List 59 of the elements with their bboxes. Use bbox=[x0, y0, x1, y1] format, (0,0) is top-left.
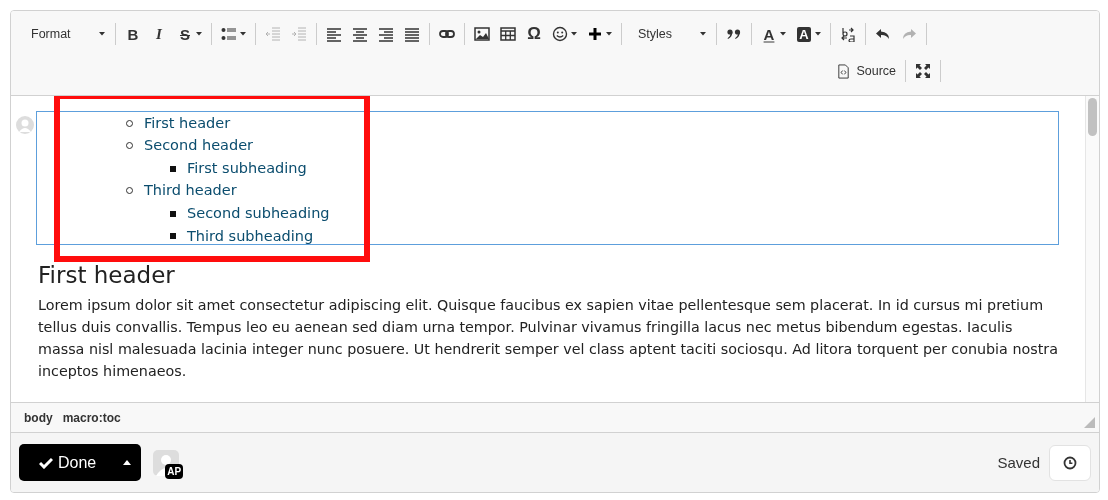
format-dropdown[interactable]: Format bbox=[21, 25, 109, 43]
checkmark-icon bbox=[39, 456, 53, 469]
save-status: Saved bbox=[997, 454, 1040, 471]
caret-icon bbox=[700, 32, 706, 36]
glyph-label: A bbox=[796, 26, 812, 43]
bullet-list-icon bbox=[221, 26, 237, 42]
smiley-icon bbox=[552, 26, 568, 42]
format-button[interactable]: I bbox=[148, 23, 170, 45]
align-center-icon bbox=[352, 26, 368, 42]
avatar-placeholder-icon bbox=[16, 116, 34, 134]
source-button[interactable]: Source bbox=[833, 61, 899, 81]
done-button[interactable]: Done bbox=[33, 452, 114, 473]
avatar-icon bbox=[153, 449, 180, 476]
glyph-label: A bbox=[762, 25, 776, 43]
fullscreen-icon bbox=[915, 63, 931, 79]
dropdown-label: Styles bbox=[638, 27, 673, 41]
toc-link[interactable]: First subheading bbox=[170, 157, 307, 180]
format-dropdown[interactable]: Styles bbox=[628, 25, 710, 43]
source-file-icon bbox=[836, 63, 852, 79]
toc-link[interactable]: Third subheading bbox=[170, 225, 314, 248]
format-button[interactable]: A bbox=[758, 23, 789, 45]
outdent-icon bbox=[265, 26, 281, 42]
table-icon bbox=[500, 26, 516, 42]
dropdown-label: Format bbox=[31, 27, 71, 41]
toc-link[interactable]: Second subheading bbox=[170, 202, 330, 225]
image-button[interactable] bbox=[471, 24, 493, 44]
indent-icon bbox=[291, 26, 307, 42]
image-icon bbox=[474, 26, 490, 42]
quote-icon bbox=[726, 26, 742, 42]
element-path-item[interactable]: macro:toc bbox=[62, 410, 121, 425]
align-right-icon bbox=[378, 26, 394, 42]
format-button[interactable]: S bbox=[174, 23, 205, 45]
caret-icon bbox=[780, 32, 786, 36]
scrollbar-thumb[interactable] bbox=[1088, 98, 1097, 136]
text-direction-icon bbox=[840, 26, 856, 42]
glyph-label: S bbox=[179, 25, 191, 43]
user-initials-badge: AP bbox=[165, 463, 184, 479]
history-button[interactable] bbox=[1049, 444, 1091, 481]
toc-link[interactable]: Second header bbox=[126, 135, 254, 157]
caret-icon bbox=[815, 32, 821, 36]
caret-icon bbox=[196, 32, 202, 36]
caret-icon bbox=[99, 32, 105, 36]
caret-icon bbox=[240, 32, 246, 36]
plus-icon bbox=[587, 26, 603, 42]
element-path-item[interactable]: body bbox=[24, 410, 53, 425]
justify-icon bbox=[404, 26, 420, 42]
resize-grip-icon[interactable] bbox=[1084, 417, 1095, 428]
section-heading: First header bbox=[38, 262, 176, 288]
align-left-icon bbox=[326, 26, 342, 42]
caret-icon bbox=[571, 32, 577, 36]
glyph-label: I bbox=[155, 25, 163, 43]
toc-link[interactable]: Third header bbox=[126, 180, 237, 202]
body-paragraph: Lorem ipsum dolor sit amet consectetur adipiscing elit. Quisque faucibus ex sapien vitae pellentesque sem placerat. In id cursus mi pretium tellus duis convallis. Tempus leo eu aenean sed diam urna tempor. Pulvinar vivamus fringilla lacus nec metus bibendum egestas. Iaculis massa nisl malesuada lacinia integer nunc posuere. Ut hendrerit semper vel class aptent taciti sociosqu. Ad litora torquent per conubia nostra inceptos himenaeos. bbox=[38, 296, 1059, 381]
caret-up-icon[interactable] bbox=[123, 460, 132, 465]
clock-icon bbox=[1063, 455, 1077, 470]
table-button[interactable] bbox=[497, 24, 519, 44]
toc-link[interactable]: First header bbox=[126, 112, 231, 135]
caret-icon bbox=[606, 32, 612, 36]
format-button[interactable]: A bbox=[793, 23, 824, 45]
